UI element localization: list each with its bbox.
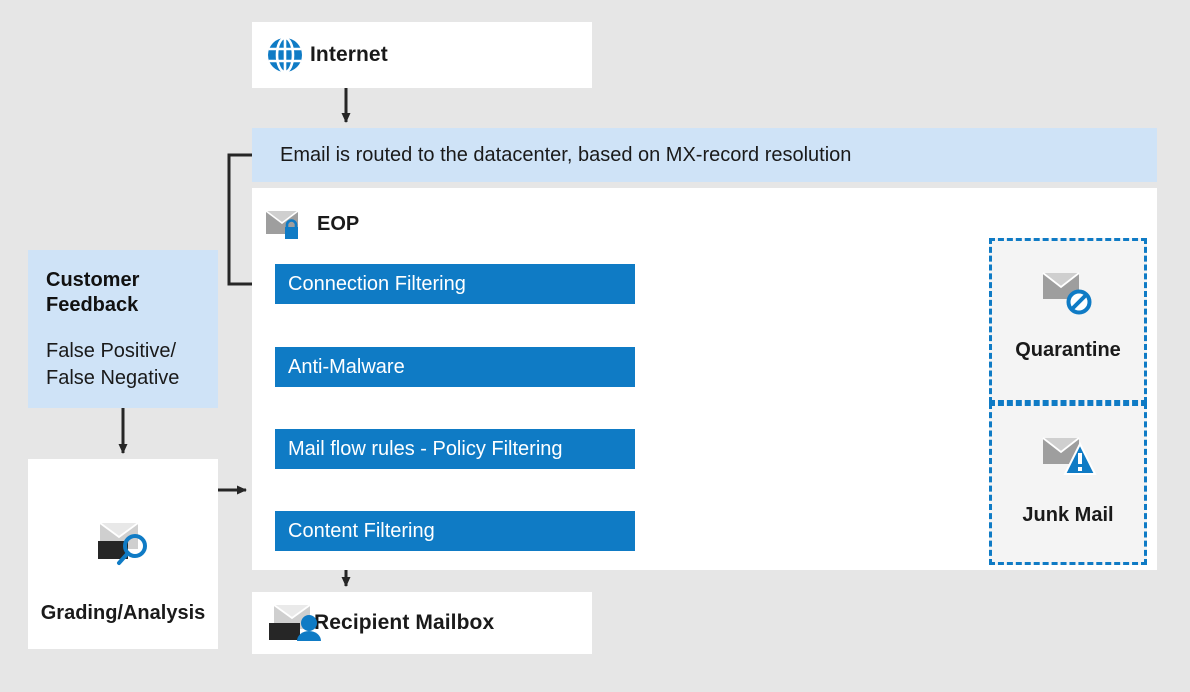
filter-bar-label: Anti-Malware xyxy=(288,355,405,378)
envelope-blocked-icon xyxy=(1042,272,1092,315)
junk-mail-box: Junk Mail xyxy=(989,403,1147,565)
customer-feedback-title-line2: Feedback xyxy=(46,294,139,316)
filter-bar-label: Connection Filtering xyxy=(288,272,466,295)
eop-badge: EOP xyxy=(265,208,445,240)
internet-node: Internet xyxy=(252,22,592,88)
eop-label: EOP xyxy=(317,212,360,235)
quarantine-label: Quarantine xyxy=(1015,339,1121,361)
recipient-mailbox-label: Recipient Mailbox xyxy=(314,611,495,634)
diagram-canvas: Internet Email is routed to the datacent… xyxy=(0,0,1190,692)
customer-feedback-subtitle-line2: False Negative xyxy=(46,367,180,389)
junk-mail-label: Junk Mail xyxy=(1022,504,1114,526)
filter-bar-mail-flow-rules[interactable]: Mail flow rules - Policy Filtering xyxy=(275,429,635,469)
customer-feedback-title: Customer Feedback xyxy=(46,268,196,318)
customer-feedback-box: Customer Feedback False Positive/ False … xyxy=(28,250,218,408)
filter-bar-connection-filtering[interactable]: Connection Filtering xyxy=(275,264,635,304)
internet-label: Internet xyxy=(310,43,388,66)
customer-feedback-title-line1: Customer xyxy=(46,269,140,291)
grading-analysis-box: Grading/Analysis xyxy=(28,459,218,649)
customer-feedback-subtitle: False Positive/ False Negative xyxy=(46,338,216,392)
recipient-mailbox-node: Recipient Mailbox xyxy=(252,592,592,654)
globe-icon xyxy=(268,36,302,74)
envelope-warning-icon xyxy=(1042,437,1097,475)
routing-banner-text: Email is routed to the datacenter, based… xyxy=(280,143,852,166)
routing-banner: Email is routed to the datacenter, based… xyxy=(252,128,1157,182)
grading-analysis-label: Grading/Analysis xyxy=(40,602,206,624)
quarantine-box: Quarantine xyxy=(989,238,1147,403)
filter-bar-anti-malware[interactable]: Anti-Malware xyxy=(275,347,635,387)
filter-bar-label: Content Filtering xyxy=(288,519,435,542)
filter-bar-content-filtering[interactable]: Content Filtering xyxy=(275,511,635,551)
envelope-lock-icon xyxy=(265,210,299,239)
envelope-person-icon xyxy=(269,604,321,641)
envelope-magnifier-icon xyxy=(98,522,147,565)
customer-feedback-subtitle-line1: False Positive/ xyxy=(46,340,177,362)
filter-bar-label: Mail flow rules - Policy Filtering xyxy=(288,437,563,460)
